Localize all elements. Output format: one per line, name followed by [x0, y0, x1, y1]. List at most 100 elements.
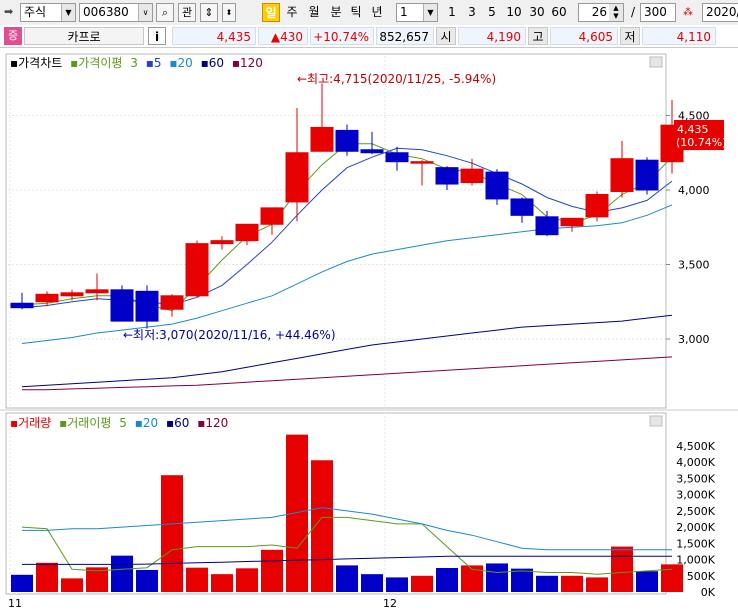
- volume-bar[interactable]: [486, 563, 508, 592]
- check-button[interactable]: 관: [178, 3, 196, 22]
- volume-bar[interactable]: [436, 567, 458, 592]
- candle-body[interactable]: [10, 302, 34, 309]
- volume-bar[interactable]: [636, 571, 658, 592]
- current-price: 4,435: [172, 27, 256, 45]
- volume-bar[interactable]: [111, 555, 133, 592]
- price-axis-label: 3,500: [678, 259, 710, 272]
- volume-bar[interactable]: [586, 577, 608, 592]
- candle-body[interactable]: [135, 290, 159, 322]
- volume-bar[interactable]: [211, 574, 233, 592]
- volume-legend-title-marker: ▪: [10, 416, 18, 430]
- high-annotation: ←최고:4,715(2020/11/25, -5.94%): [297, 72, 496, 86]
- count-spinner-icon[interactable]: ▲ ▼: [609, 4, 623, 21]
- volume-bar[interactable]: [536, 575, 558, 592]
- volume-ma-120-marker: ▪: [197, 416, 205, 430]
- volume-bar[interactable]: [561, 575, 583, 592]
- info-button[interactable]: i: [148, 27, 166, 45]
- candle-body[interactable]: [635, 159, 659, 191]
- price-ma-label: 가격이평: [78, 56, 122, 70]
- candle-body[interactable]: [310, 126, 334, 152]
- period-month-tab[interactable]: 월: [306, 3, 322, 22]
- volume-bar[interactable]: [161, 475, 183, 592]
- volume-axis-label: 1,500K: [676, 537, 715, 550]
- date-input[interactable]: 2020/: [702, 3, 738, 22]
- candle-body[interactable]: [510, 198, 534, 216]
- grid-settings-icon[interactable]: ⁂: [680, 5, 696, 21]
- volume-bar[interactable]: [186, 567, 208, 592]
- volume-axis-label: 2,500K: [676, 505, 715, 518]
- volume-bar[interactable]: [236, 568, 258, 592]
- price-ma-3: 3: [130, 56, 138, 70]
- candle-body[interactable]: [35, 293, 59, 303]
- candle-body[interactable]: [435, 167, 459, 185]
- interval-dropdown-icon[interactable]: ▼: [423, 4, 437, 21]
- volume-axis-label: 3,000K: [676, 489, 715, 502]
- up-down-icon[interactable]: ⬍: [222, 3, 236, 22]
- volume-bar[interactable]: [386, 577, 408, 592]
- price-panel-button-icon[interactable]: [649, 56, 663, 68]
- search-icon[interactable]: ⌕: [156, 3, 174, 22]
- candle-body[interactable]: [535, 216, 559, 236]
- volume-bar[interactable]: [136, 569, 158, 592]
- candle-body[interactable]: [460, 168, 484, 184]
- candle-body[interactable]: [85, 289, 109, 294]
- candle-body[interactable]: [335, 129, 359, 152]
- candle-body[interactable]: [60, 292, 84, 297]
- volume-bar[interactable]: [336, 565, 358, 592]
- period-week-tab[interactable]: 주: [284, 3, 300, 22]
- period-year-tab[interactable]: 년: [369, 3, 385, 22]
- quick-3-button[interactable]: 3: [465, 3, 479, 22]
- low-label: 저: [620, 27, 640, 45]
- candle-body[interactable]: [410, 161, 434, 164]
- stock-name[interactable]: 카프로: [24, 27, 144, 45]
- volume-bar[interactable]: [61, 578, 83, 592]
- period-day-tab[interactable]: 일: [262, 3, 280, 22]
- volume-axis-label: 4,500K: [676, 440, 715, 453]
- quick-5-button[interactable]: 5: [485, 3, 499, 22]
- quick-10-button[interactable]: 10: [504, 3, 524, 22]
- price-ma-120-marker: ▪: [232, 56, 240, 70]
- volume-bar[interactable]: [361, 574, 383, 592]
- quick-1-button[interactable]: 1: [445, 3, 459, 22]
- candle-body[interactable]: [160, 295, 184, 310]
- total-input[interactable]: 300: [640, 3, 676, 22]
- candle-body[interactable]: [260, 207, 284, 225]
- market-dropdown-icon[interactable]: ▼: [61, 4, 75, 21]
- volume-bar[interactable]: [261, 549, 283, 592]
- candle-body[interactable]: [385, 152, 409, 163]
- market-badge: 증: [4, 27, 22, 45]
- candle-body[interactable]: [610, 158, 634, 192]
- volume-bar[interactable]: [11, 574, 33, 592]
- candle-body[interactable]: [485, 171, 509, 200]
- volume-bar[interactable]: [36, 562, 58, 592]
- candle-body[interactable]: [285, 152, 309, 203]
- quick-30-button[interactable]: 30: [527, 3, 547, 22]
- volume-bar[interactable]: [661, 564, 683, 592]
- candle-body[interactable]: [360, 149, 384, 154]
- price-axis-label: 3,000: [678, 333, 710, 346]
- stock-chart[interactable]: 3,0003,5004,0004,5000K500K1,000K1,500K2,…: [0, 48, 738, 612]
- candle-body[interactable]: [235, 223, 259, 242]
- volume-panel-button-icon[interactable]: [649, 415, 663, 427]
- price-legend: ▪가격차트 ▪가격이평 3 ▪5 ▪20 ▪60 ▪120: [10, 56, 263, 70]
- volume-ma-60-marker: ▪: [166, 416, 174, 430]
- code-dropdown-icon[interactable]: ∨: [138, 4, 152, 21]
- price-ma-20: 20: [178, 56, 193, 70]
- candle-body[interactable]: [110, 289, 134, 322]
- open-value: 4,190: [458, 27, 526, 45]
- last-price-value: 4,435: [677, 123, 709, 136]
- period-minute-tab[interactable]: 분: [328, 3, 344, 22]
- menu-arrow-icon[interactable]: ➡: [4, 5, 18, 19]
- candle-body[interactable]: [560, 217, 584, 227]
- candle-body[interactable]: [185, 243, 209, 297]
- quick-60-button[interactable]: 60: [549, 3, 569, 22]
- volume-bar[interactable]: [286, 434, 308, 592]
- refresh-icon[interactable]: ⇕: [200, 3, 218, 22]
- volume-bar[interactable]: [611, 546, 633, 592]
- candle-body[interactable]: [210, 240, 234, 245]
- candle-body[interactable]: [585, 193, 609, 218]
- period-tick-tab[interactable]: 틱: [348, 3, 364, 22]
- low-value: 4,110: [642, 27, 716, 45]
- volume-bar[interactable]: [411, 575, 433, 592]
- volume-bar[interactable]: [511, 568, 533, 592]
